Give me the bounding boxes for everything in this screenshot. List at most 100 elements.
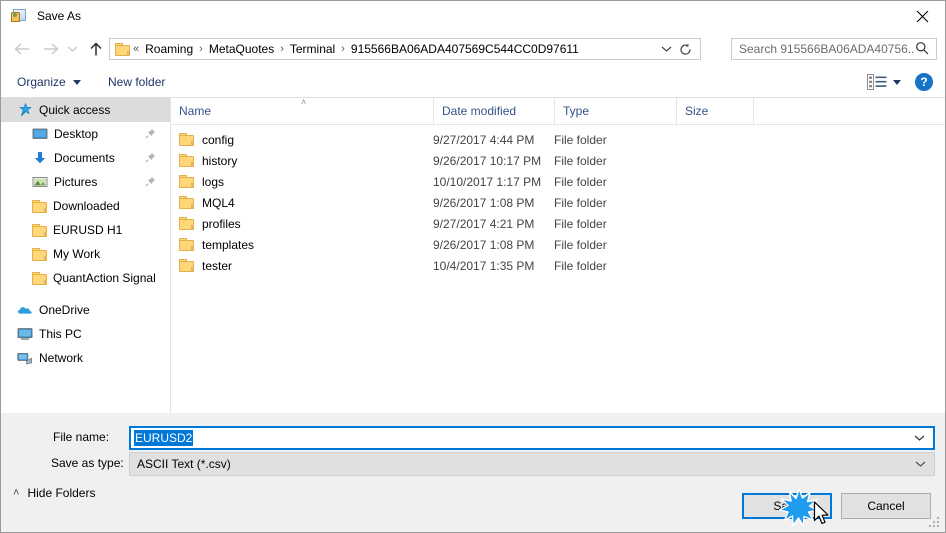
organize-label: Organize bbox=[17, 75, 66, 89]
column-header-label: Date modified bbox=[442, 104, 517, 118]
recent-locations-chevron-down-icon[interactable] bbox=[63, 35, 81, 63]
sidebar-item-pictures[interactable]: Pictures bbox=[1, 170, 170, 194]
refresh-icon[interactable] bbox=[674, 39, 696, 59]
cancel-button[interactable]: Cancel bbox=[841, 493, 931, 519]
sidebar-item-label: Desktop bbox=[54, 127, 99, 141]
type-cell: File folder bbox=[554, 195, 607, 210]
table-row[interactable]: MQL4 9/26/2017 1:08 PM File folder bbox=[171, 192, 945, 213]
file-name-label: config bbox=[202, 132, 235, 147]
address-chevron-down-icon[interactable] bbox=[661, 39, 672, 59]
file-name-label: File name: bbox=[53, 430, 110, 444]
type-cell: File folder bbox=[554, 153, 607, 168]
file-name-cell: history bbox=[179, 150, 237, 171]
download-arrow-icon bbox=[32, 150, 48, 166]
date-modified-cell: 9/26/2017 10:17 PM bbox=[433, 153, 542, 168]
sidebar-item-quick-access[interactable]: Quick access bbox=[1, 98, 170, 122]
table-row[interactable]: profiles 9/27/2017 4:21 PM File folder bbox=[171, 213, 945, 234]
column-header-label: Size bbox=[685, 104, 709, 118]
close-icon[interactable] bbox=[899, 1, 945, 31]
new-folder-button[interactable]: New folder bbox=[108, 67, 165, 97]
search-icon[interactable] bbox=[915, 41, 929, 58]
folder-icon bbox=[179, 259, 194, 272]
resize-grip[interactable] bbox=[929, 517, 941, 529]
sidebar-item-label: Network bbox=[39, 351, 84, 365]
help-button[interactable]: ? bbox=[915, 73, 933, 91]
sidebar-item-downloaded[interactable]: Downloaded bbox=[1, 194, 170, 218]
folder-icon bbox=[179, 217, 194, 230]
hide-folders-label: Hide Folders bbox=[27, 486, 96, 500]
chevron-down-icon[interactable] bbox=[914, 431, 925, 445]
sidebar-item-this-pc[interactable]: This PC bbox=[1, 322, 170, 346]
file-list: Name ˄ Date modified Type Size config 9/… bbox=[171, 98, 945, 413]
sidebar-item-label: EURUSD H1 bbox=[53, 223, 123, 237]
table-row[interactable]: tester 10/4/2017 1:35 PM File folder bbox=[171, 255, 945, 276]
sidebar-item-network[interactable]: Network bbox=[1, 346, 170, 370]
save-as-dialog: Save As « Roaming › MetaQuotes › Termina… bbox=[0, 0, 946, 533]
caret-down-icon bbox=[72, 79, 81, 85]
view-caret-down-icon[interactable] bbox=[893, 67, 901, 97]
folder-icon bbox=[179, 238, 194, 251]
breadcrumb-item-2[interactable]: Terminal bbox=[287, 41, 338, 57]
breadcrumb-overflow[interactable]: « bbox=[133, 43, 139, 55]
table-row[interactable]: templates 9/26/2017 1:08 PM File folder bbox=[171, 234, 945, 255]
table-row[interactable]: logs 10/10/2017 1:17 PM File folder bbox=[171, 171, 945, 192]
file-name-value: EURUSD2 bbox=[134, 430, 194, 446]
table-row[interactable]: history 9/26/2017 10:17 PM File folder bbox=[171, 150, 945, 171]
column-header-size[interactable]: Size bbox=[676, 98, 753, 124]
save-as-type-select[interactable]: ASCII Text (*.csv) bbox=[129, 452, 935, 476]
view-layout-icon[interactable] bbox=[867, 67, 887, 97]
back-icon[interactable] bbox=[9, 35, 35, 63]
sidebar-item-documents[interactable]: Documents bbox=[1, 146, 170, 170]
breadcrumb-item-3[interactable]: 915566BA06ADA407569C544CC0D97611 bbox=[348, 41, 582, 57]
caret-up-icon: ˄ bbox=[13, 487, 20, 499]
sidebar-item-label: Pictures bbox=[54, 175, 98, 189]
sidebar-item-my-work[interactable]: My Work bbox=[1, 242, 170, 266]
address-bar[interactable]: « Roaming › MetaQuotes › Terminal › 9155… bbox=[109, 38, 701, 60]
save-button-label: Save bbox=[773, 499, 801, 513]
this-pc-icon bbox=[17, 326, 33, 342]
window-title: Save As bbox=[37, 9, 82, 23]
sidebar-item-label: My Work bbox=[53, 247, 101, 261]
folder-icon bbox=[32, 247, 47, 261]
date-modified-cell: 9/27/2017 4:21 PM bbox=[433, 216, 535, 231]
search-input[interactable]: Search 915566BA06ADA40756... bbox=[731, 38, 937, 60]
breadcrumb-item-0[interactable]: Roaming bbox=[142, 41, 196, 57]
sidebar-item-label: Downloaded bbox=[53, 199, 120, 213]
sidebar-item-label: Documents bbox=[54, 151, 115, 165]
organize-button[interactable]: Organize bbox=[17, 67, 81, 97]
sidebar-item-onedrive[interactable]: OneDrive bbox=[1, 298, 170, 322]
date-modified-cell: 10/4/2017 1:35 PM bbox=[433, 258, 535, 273]
sidebar-item-quantaction-signal[interactable]: QuantAction Signal bbox=[1, 266, 170, 290]
hide-folders-button[interactable]: ˄ Hide Folders bbox=[13, 486, 95, 500]
breadcrumb-separator-2[interactable]: › bbox=[341, 43, 345, 55]
breadcrumb-item-1[interactable]: MetaQuotes bbox=[206, 41, 277, 57]
folder-icon bbox=[32, 271, 47, 285]
save-button[interactable]: Save bbox=[742, 493, 832, 519]
folder-icon bbox=[115, 42, 130, 56]
type-cell: File folder bbox=[554, 216, 607, 231]
file-name-cell: config bbox=[179, 129, 234, 150]
type-cell: File folder bbox=[554, 237, 607, 252]
column-header-type[interactable]: Type bbox=[554, 98, 676, 124]
folder-icon bbox=[32, 223, 47, 237]
breadcrumb-separator-1[interactable]: › bbox=[280, 43, 284, 55]
column-header-name[interactable]: Name ˄ bbox=[171, 98, 433, 124]
chevron-down-icon[interactable] bbox=[915, 457, 926, 471]
up-one-level-icon[interactable] bbox=[83, 35, 109, 63]
star-pin-icon bbox=[17, 102, 33, 118]
file-name-label: MQL4 bbox=[202, 195, 235, 210]
file-name-input[interactable]: EURUSD2 bbox=[129, 426, 935, 450]
forward-icon[interactable] bbox=[37, 35, 63, 63]
date-modified-cell: 9/27/2017 4:44 PM bbox=[433, 132, 535, 147]
file-name-cell: tester bbox=[179, 255, 232, 276]
column-header-date-modified[interactable]: Date modified bbox=[433, 98, 554, 124]
onedrive-cloud-icon bbox=[17, 302, 33, 318]
save-as-type-value: ASCII Text (*.csv) bbox=[137, 457, 231, 471]
sidebar-item-eurusd-h1[interactable]: EURUSD H1 bbox=[1, 218, 170, 242]
breadcrumb-separator-0[interactable]: › bbox=[199, 43, 203, 55]
toolbar: Organize New folder ? bbox=[1, 67, 945, 98]
date-modified-cell: 10/10/2017 1:17 PM bbox=[433, 174, 542, 189]
sidebar-item-label: OneDrive bbox=[39, 303, 90, 317]
table-row[interactable]: config 9/27/2017 4:44 PM File folder bbox=[171, 129, 945, 150]
sidebar-item-desktop[interactable]: Desktop bbox=[1, 122, 170, 146]
